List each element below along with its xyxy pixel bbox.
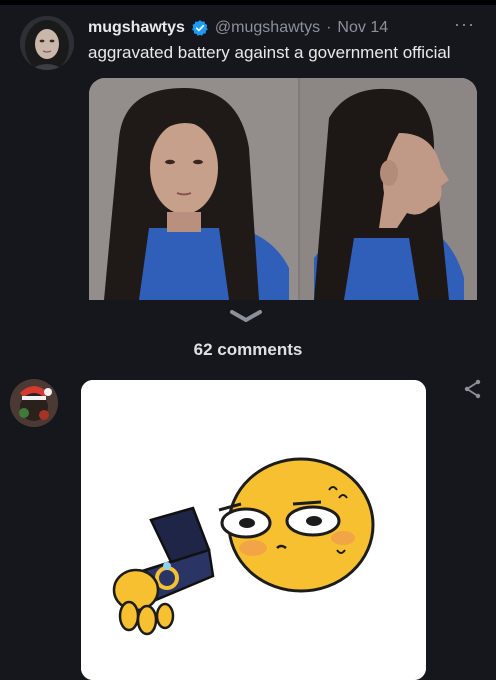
header-separator: · [326,19,332,36]
tweet-author-avatar[interactable] [20,16,74,70]
comments-count[interactable]: 62 comments [0,340,496,360]
tweet-card[interactable]: mugshawtys @mugshawtys · Nov 14 ··· aggr… [0,5,496,300]
tweet-media[interactable] [89,78,477,300]
author-handle[interactable]: @mugshawtys [215,19,320,37]
commenter-avatar[interactable] [10,379,58,427]
tweet-text: aggravated battery against a government … [88,43,451,62]
verified-badge-icon [191,20,208,36]
comment-image-card[interactable] [81,380,426,680]
user-avatar-icon [10,379,58,427]
tweet-header: mugshawtys @mugshawtys · Nov 14 [88,18,388,38]
emoji-ring-proposal-image-icon [81,380,426,680]
more-options-button[interactable]: ··· [454,15,475,33]
mugshot-photo-icon [89,78,477,300]
tweet-date[interactable]: Nov 14 [337,19,388,37]
chevron-down-icon[interactable] [228,307,264,325]
profile-photo-icon [20,16,74,70]
share-icon[interactable] [462,378,484,400]
author-display-name[interactable]: mugshawtys [88,19,185,37]
